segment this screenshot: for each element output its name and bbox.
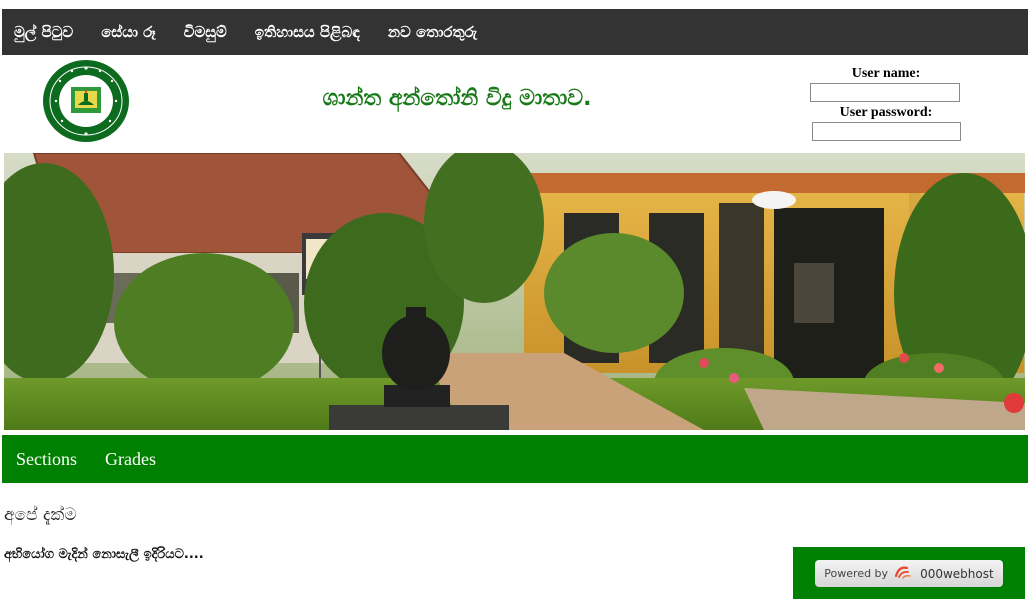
vision-text: අභියෝග මැදින් නොසැලී ඉදිරියට.... (4, 547, 204, 562)
banner-image (4, 153, 1025, 430)
username-label: User name: (851, 66, 921, 81)
nav-home-link[interactable]: මුල් පිටුව (2, 9, 87, 55)
webhost-brand-label: 000webhost (920, 566, 994, 581)
powered-by-pill[interactable]: Powered by 000webhost (815, 560, 1003, 587)
nav-inquiries-link[interactable]: විමසුම් (170, 9, 241, 55)
webhost-swirl-icon (893, 564, 915, 584)
nav-gallery-link[interactable]: සේයා රූ (87, 9, 169, 55)
nav-grades-link[interactable]: Grades (91, 435, 170, 483)
nav-news-link[interactable]: නව තොරතුරු (374, 9, 491, 55)
vision-heading: අපේ දැක්ම (4, 505, 77, 525)
nav-history-link[interactable]: ඉතිහාසය පිළිබඳ (241, 9, 374, 55)
nav-sections-link[interactable]: Sections (2, 435, 91, 483)
powered-by-badge[interactable]: Powered by 000webhost (793, 547, 1025, 599)
username-field[interactable] (810, 83, 960, 102)
password-label: User password: (839, 105, 933, 120)
password-field[interactable] (812, 122, 961, 141)
page-title: ශාන්ත අන්තෝනි විදු මාතාව. (322, 86, 592, 111)
section-navigation: Sections Grades (2, 435, 1028, 483)
login-form: User name: User password: (806, 65, 966, 141)
top-navigation: මුල් පිටුව සේයා රූ විමසුම් ඉතිහාසය පිළිබ… (2, 9, 1028, 55)
powered-by-label: Powered by (824, 567, 889, 580)
